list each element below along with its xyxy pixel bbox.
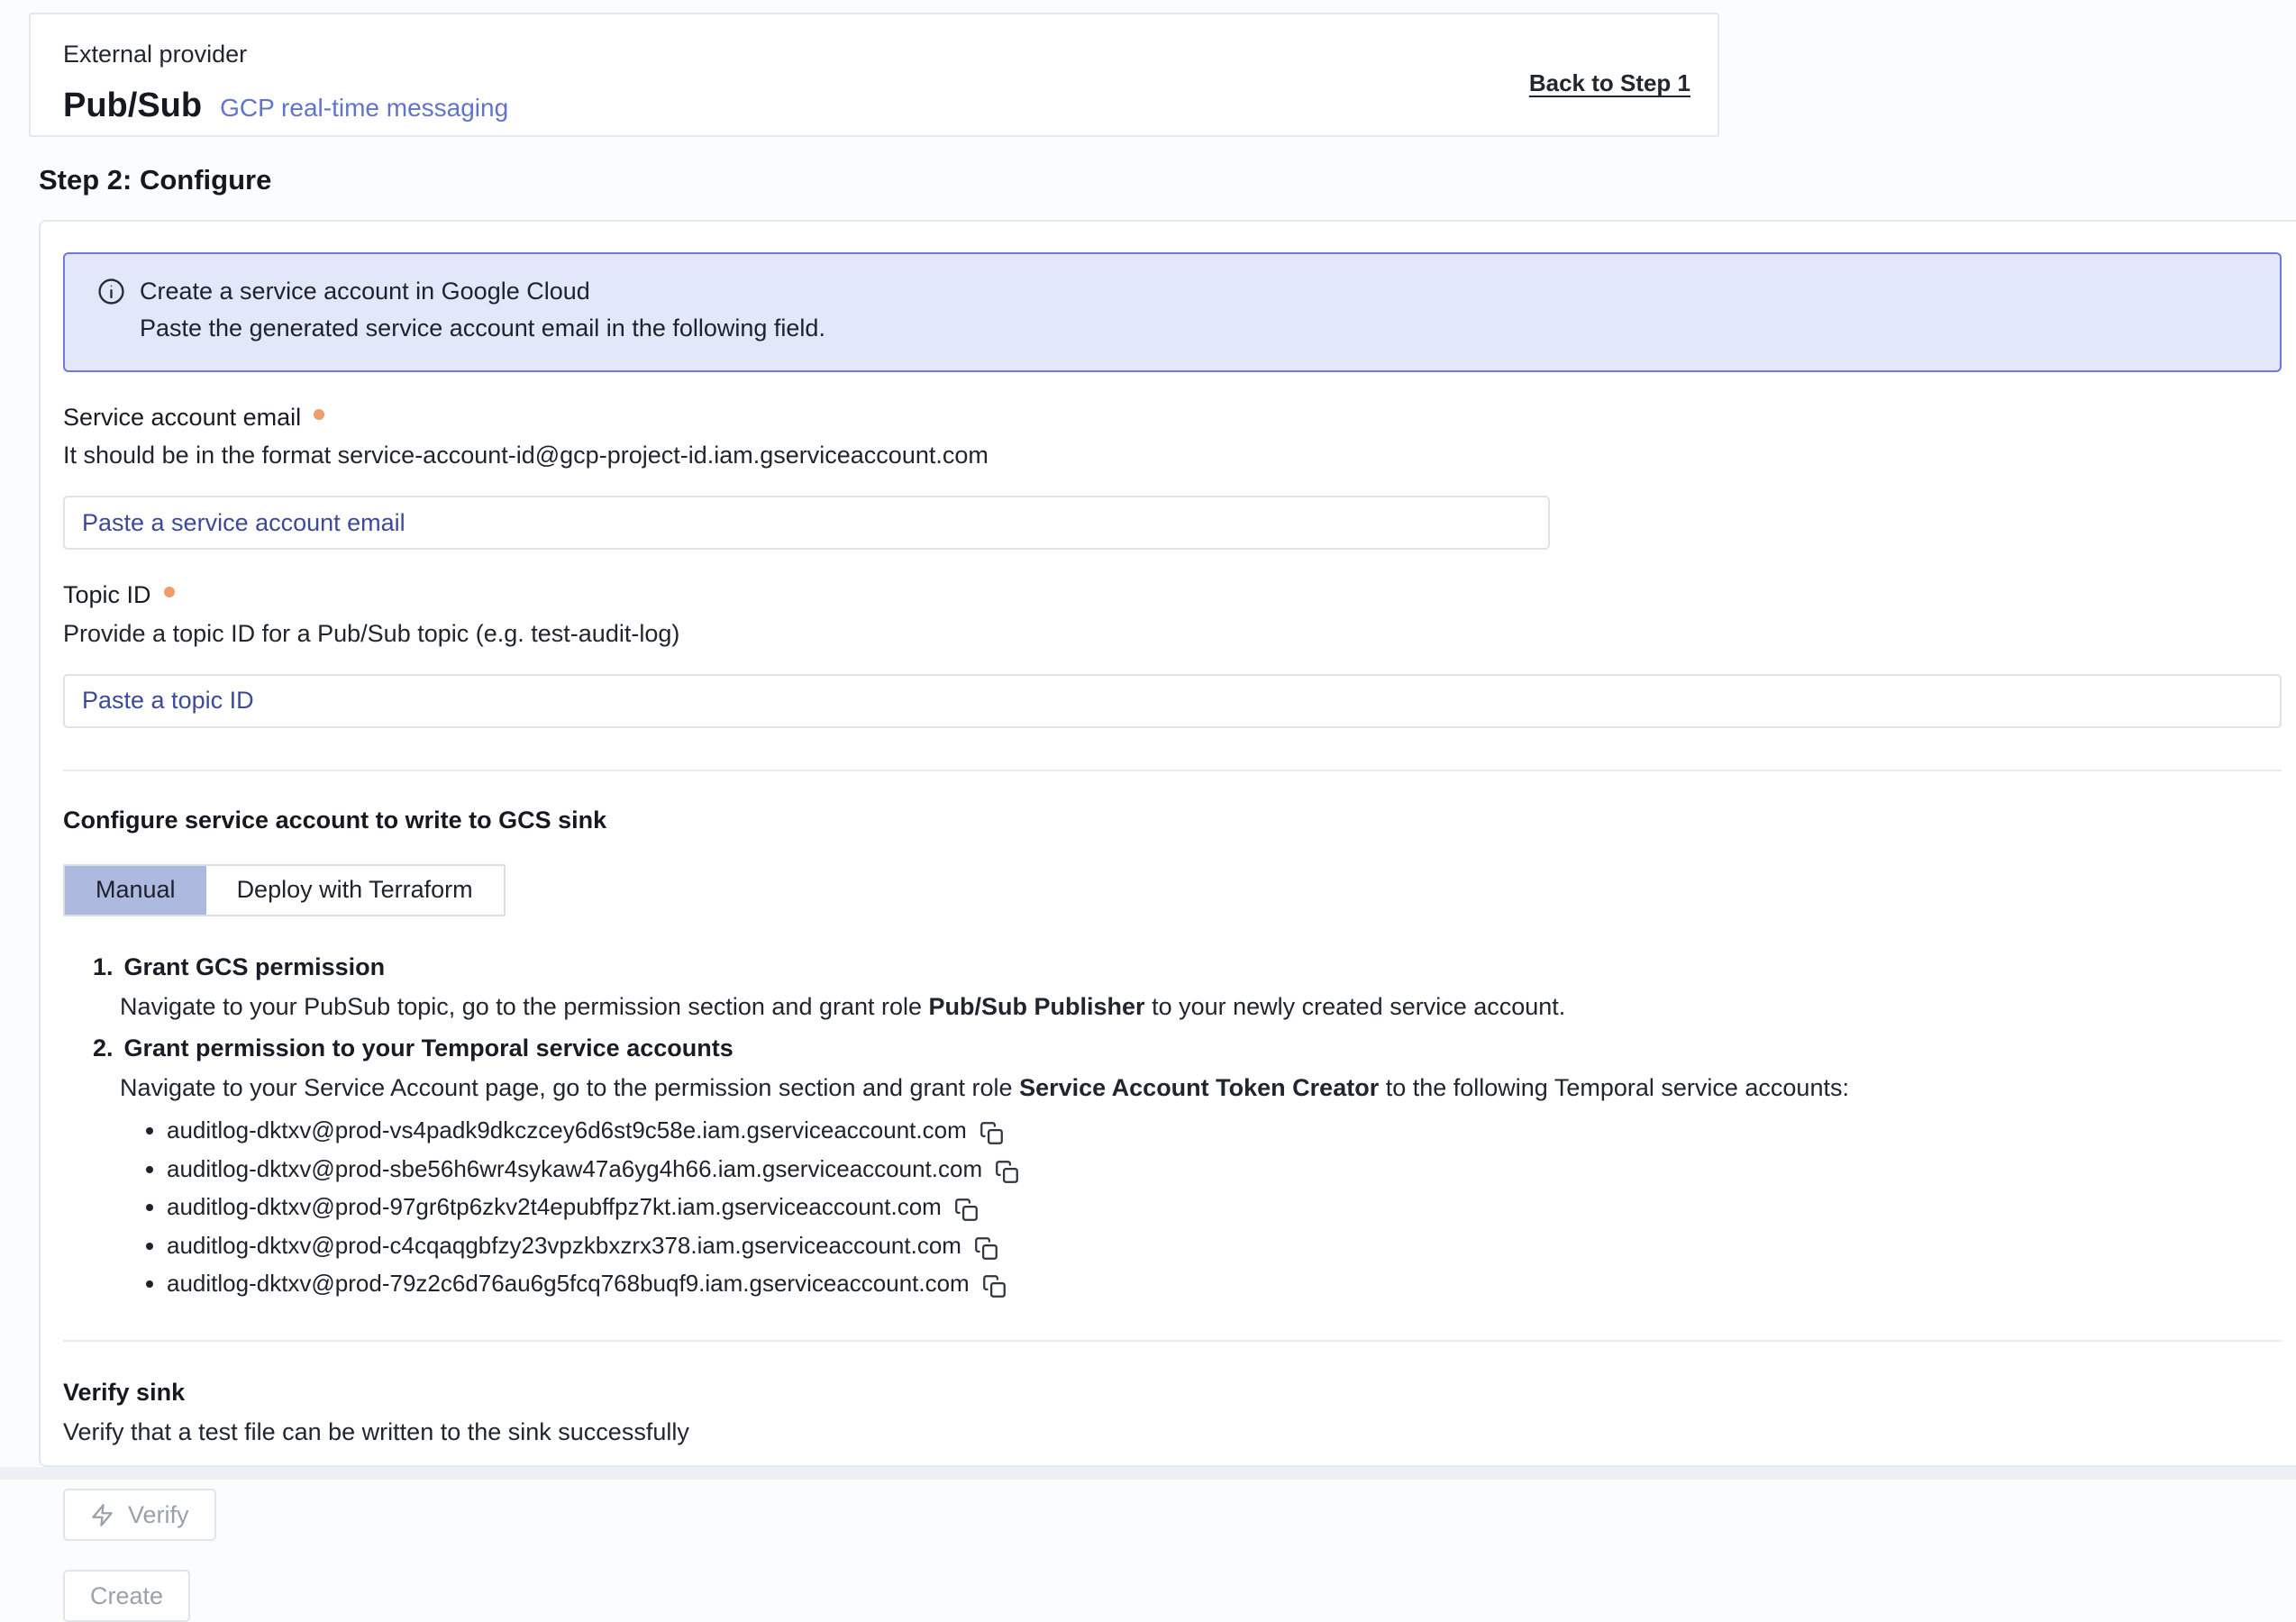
info-banner-title: Create a service account in Google Cloud (140, 277, 590, 307)
instruction-steps: 1. Grant GCS permission Navigate to your… (93, 952, 2282, 1299)
role-name: Service Account Token Creator (1019, 1074, 1379, 1101)
step-body-text: Navigate to your PubSub topic, go to the… (120, 993, 929, 1020)
service-account-email-field-group: Service account email It should be in th… (63, 403, 2282, 551)
configure-section-heading: Configure service account to write to GC… (63, 806, 2282, 836)
service-account-email: auditlog-dktxv@prod-97gr6tp6zkv2t4epubff… (167, 1192, 942, 1222)
service-account-item: auditlog-dktxv@prod-sbe56h6wr4sykaw47a6y… (167, 1154, 2282, 1184)
step-body-text: to your newly created service account. (1145, 993, 1566, 1020)
info-banner: Create a service account in Google Cloud… (63, 252, 2282, 372)
topic-id-label: Topic ID (63, 580, 151, 611)
copy-icon[interactable] (974, 1236, 998, 1261)
role-name: Pub/Sub Publisher (929, 993, 1145, 1020)
service-account-item: auditlog-dktxv@prod-vs4padk9dkczcey6d6st… (167, 1116, 2282, 1145)
tab-deploy-with-terraform[interactable]: Deploy with Terraform (206, 866, 504, 915)
copy-icon[interactable] (982, 1274, 1007, 1299)
tab-manual[interactable]: Manual (65, 866, 206, 915)
step-number: 1. (93, 952, 114, 983)
service-account-email: auditlog-dktxv@prod-vs4padk9dkczcey6d6st… (167, 1116, 967, 1145)
verify-button[interactable]: Verify (63, 1489, 216, 1541)
configure-card: Create a service account in Google Cloud… (39, 220, 2296, 1467)
provider-name: Pub/Sub (63, 85, 202, 128)
required-dot (314, 409, 324, 420)
page-title: Step 2: Configure (39, 163, 271, 198)
info-banner-body: Paste the generated service account emai… (140, 314, 2253, 344)
verify-button-label: Verify (128, 1501, 189, 1529)
step-grant-temporal-permission: 2. Grant permission to your Temporal ser… (93, 1034, 2282, 1299)
step-body: Navigate to your Service Account page, g… (120, 1073, 2282, 1104)
service-account-email: auditlog-dktxv@prod-sbe56h6wr4sykaw47a6y… (167, 1154, 982, 1184)
create-button[interactable]: Create (63, 1570, 190, 1622)
deploy-method-tabs: Manual Deploy with Terraform (63, 864, 506, 916)
service-account-item: auditlog-dktxv@prod-79z2c6d76au6g5fcq768… (167, 1269, 2282, 1299)
verify-sink-heading: Verify sink (63, 1378, 2282, 1408)
copy-icon[interactable] (979, 1121, 1004, 1145)
provider-info: External provider Pub/Sub GCP real-time … (63, 40, 508, 135)
step-body: Navigate to your PubSub topic, go to the… (120, 992, 2282, 1023)
service-account-email-input[interactable] (63, 496, 1550, 550)
service-account-item: auditlog-dktxv@prod-97gr6tp6zkv2t4epubff… (167, 1192, 2282, 1222)
topic-id-field-group: Topic ID Provide a topic ID for a Pub/Su… (63, 580, 2282, 728)
service-account-email: auditlog-dktxv@prod-c4cqaqgbfzy23vpzkbxz… (167, 1231, 961, 1261)
required-dot (164, 587, 175, 597)
provider-eyebrow: External provider (63, 40, 508, 70)
provider-card: External provider Pub/Sub GCP real-time … (29, 13, 1719, 137)
page-bottom-strip (0, 1467, 2296, 1480)
step-grant-gcs-permission: 1. Grant GCS permission Navigate to your… (93, 952, 2282, 1023)
topic-id-input[interactable] (63, 674, 2282, 728)
provider-tagline: GCP real-time messaging (220, 92, 508, 123)
step-title: Grant GCS permission (124, 952, 386, 983)
step-body-text: to the following Temporal service accoun… (1379, 1074, 1849, 1101)
service-account-list: auditlog-dktxv@prod-vs4padk9dkczcey6d6st… (167, 1116, 2282, 1299)
divider (63, 770, 2282, 771)
step-body-text: Navigate to your Service Account page, g… (120, 1074, 1019, 1101)
lightning-icon (90, 1503, 114, 1527)
copy-icon[interactable] (995, 1160, 1019, 1184)
service-account-email-helper: It should be in the format service-accou… (63, 441, 2282, 471)
service-account-email-label: Service account email (63, 403, 301, 433)
service-account-email: auditlog-dktxv@prod-79z2c6d76au6g5fcq768… (167, 1269, 970, 1299)
info-circle-icon (97, 278, 125, 305)
service-account-item: auditlog-dktxv@prod-c4cqaqgbfzy23vpzkbxz… (167, 1231, 2282, 1261)
back-to-step-1-link[interactable]: Back to Step 1 (1529, 68, 1690, 135)
divider (63, 1340, 2282, 1342)
copy-icon[interactable] (954, 1198, 979, 1222)
step-title: Grant permission to your Temporal servic… (124, 1034, 733, 1064)
topic-id-helper: Provide a topic ID for a Pub/Sub topic (… (63, 619, 2282, 650)
create-button-label: Create (90, 1582, 163, 1610)
step-number: 2. (93, 1034, 114, 1064)
verify-sink-helper: Verify that a test file can be written t… (63, 1417, 2282, 1448)
